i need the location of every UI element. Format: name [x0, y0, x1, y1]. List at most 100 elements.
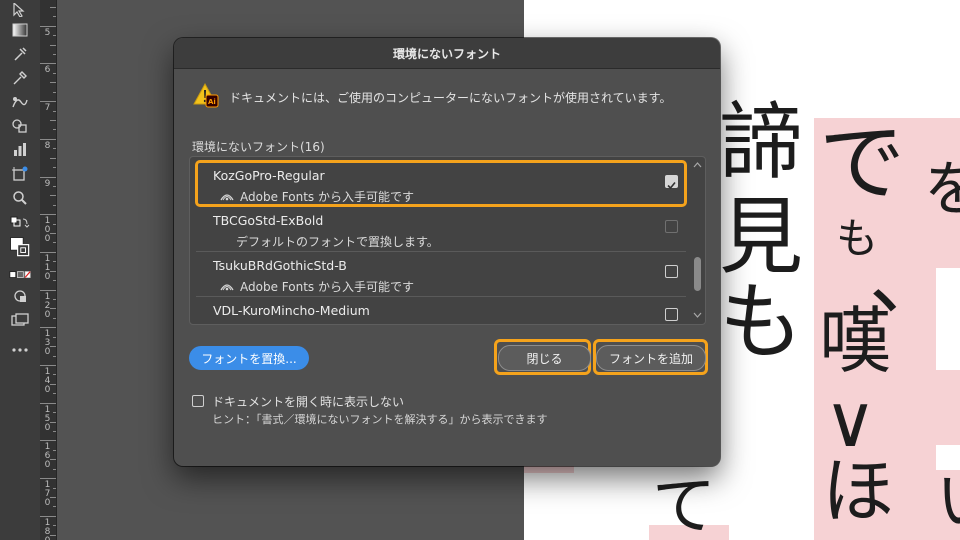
font-status: デフォルトのフォントで置換します。 [236, 233, 439, 250]
add-fonts-button[interactable]: フォントを追加 [596, 345, 706, 371]
ruler-minor-tick [53, 412, 56, 414]
ruler-major-tick [40, 214, 56, 216]
artwork-glyph: で [819, 113, 905, 213]
vertical-ruler: 456789100110120130140150160170180 [40, 0, 57, 540]
ruler-major-tick [40, 251, 56, 253]
screen-mode-icon[interactable] [9, 310, 31, 330]
font-status-text: Adobe Fonts から入手可能です [240, 280, 414, 294]
ruler-minor-tick [50, 157, 56, 159]
font-checkbox[interactable] [665, 308, 678, 321]
ruler-minor-tick [53, 16, 56, 18]
ruler-label: 7 [44, 103, 51, 114]
missing-fonts-dialog: 環境にないフォント Ai ドキュメントには、ご使用のコンピューターにないフォント… [174, 38, 720, 466]
artboard-tool-icon[interactable] [9, 164, 31, 184]
swap-colors-icon[interactable] [9, 213, 31, 233]
fill-stroke-icon[interactable] [9, 233, 31, 261]
missing-fonts-list[interactable]: KozGoPro-Regular Adobe Fonts から入手可能です TB… [189, 156, 706, 325]
font-row-vdl-kuromincho[interactable]: VDL-KuroMincho-Medium [196, 296, 686, 324]
dialog-title: 環境にないフォント [174, 38, 720, 69]
font-checkbox[interactable] [665, 265, 678, 278]
ruler-minor-tick [53, 336, 56, 338]
list-scrollbar[interactable] [693, 161, 702, 319]
font-status-text: Adobe Fonts から入手可能です [240, 190, 414, 204]
font-row-tsukubrd[interactable]: TsukuBRdGothicStd-B Adobe Fonts から入手可能です [196, 251, 686, 297]
ruler-label: 9 [44, 178, 51, 189]
mesh-tool-icon[interactable] [9, 44, 31, 64]
ruler-minor-tick [53, 317, 56, 319]
font-checkbox[interactable] [665, 220, 678, 233]
ruler-minor-tick [53, 204, 56, 206]
chevron-down-icon[interactable] [693, 311, 702, 319]
more-tools-icon[interactable] [9, 340, 31, 360]
font-name: VDL-KuroMincho-Medium [213, 303, 370, 318]
adobe-fonts-icon [220, 193, 234, 200]
artwork-glyph: て [652, 470, 716, 540]
ruler-major-tick [40, 289, 56, 291]
replace-fonts-button[interactable]: フォントを置換... [189, 346, 309, 370]
ruler-major-tick [40, 327, 56, 329]
tools-panel [0, 0, 41, 540]
ruler-label: 6 [44, 65, 51, 76]
ruler-label: 5 [44, 27, 51, 38]
chart-tool-icon[interactable] [9, 140, 31, 160]
gradient-tool-icon[interactable] [9, 20, 31, 40]
ruler-minor-tick [50, 119, 56, 121]
ruler-minor-tick [50, 6, 56, 8]
ruler-minor-tick [50, 195, 56, 197]
ruler-minor-tick [53, 449, 56, 451]
dont-show-label[interactable]: ドキュメントを開く時に表示しない [212, 393, 404, 410]
ruler-minor-tick [53, 374, 56, 376]
hint-text: ヒント：「書式／環境にないフォントを解決する」から表示できます [212, 413, 548, 426]
dont-show-checkbox[interactable] [192, 395, 204, 407]
artwork-glyph: も [719, 273, 804, 371]
ruler-minor-tick [50, 82, 56, 84]
ruler-minor-tick [53, 280, 56, 282]
ruler-minor-tick [53, 185, 56, 187]
font-row-kozgopro[interactable]: KozGoPro-Regular Adobe Fonts から入手可能です [195, 160, 687, 207]
shape-builder-icon[interactable] [9, 116, 31, 136]
alert-message: ドキュメントには、ご使用のコンピューターにないフォントが使用されています。 [229, 90, 672, 105]
alert-row: Ai ドキュメントには、ご使用のコンピューターにないフォントが使用されています。 [193, 82, 671, 112]
close-button[interactable]: 閉じる [498, 345, 591, 371]
artwork-glyph: を [924, 155, 960, 225]
ruler-minor-tick [53, 468, 56, 470]
ruler-minor-tick [53, 430, 56, 432]
scrollbar-thumb[interactable] [694, 257, 701, 291]
missing-fonts-count-label: 環境にないフォント(16) [192, 140, 325, 154]
ruler-major-tick [40, 25, 56, 27]
ruler-minor-tick [53, 355, 56, 357]
font-row-tbcgostd[interactable]: TBCGoStd-ExBold デフォルトのフォントで置換します。 [196, 206, 686, 252]
warning-icon: Ai [193, 82, 219, 112]
ruler-major-tick [40, 440, 56, 442]
ruler-label: 150 [44, 404, 51, 433]
blend-tool-icon[interactable] [9, 92, 31, 112]
ruler-minor-tick [53, 393, 56, 395]
font-status: Adobe Fonts から入手可能です [220, 188, 414, 205]
ruler-label: 100 [44, 216, 51, 245]
ruler-minor-tick [53, 148, 56, 150]
zoom-tool-icon[interactable] [9, 188, 31, 208]
direct-selection-tool-icon[interactable] [9, 0, 31, 20]
eyedropper-tool-icon[interactable] [9, 68, 31, 88]
font-status-text: デフォルトのフォントで置換します。 [236, 235, 439, 249]
artwork-glyph: 諦 [719, 93, 804, 191]
ruler-minor-tick [53, 299, 56, 301]
font-status: Adobe Fonts から入手可能です [220, 278, 414, 295]
ruler-label: 8 [44, 140, 51, 151]
ruler-minor-tick [50, 44, 56, 46]
artwork-glyph: 嘆 [819, 299, 892, 383]
font-checkbox[interactable] [665, 175, 678, 190]
ruler-label: 110 [44, 253, 51, 282]
color-mode-icon[interactable] [9, 265, 31, 285]
ruler-minor-tick [53, 487, 56, 489]
ruler-minor-tick [53, 261, 56, 263]
chevron-up-icon[interactable] [693, 161, 702, 169]
ruler-major-tick [40, 365, 56, 366]
artwork-glyph: 見 [719, 188, 804, 286]
ruler-label: 130 [44, 329, 51, 358]
ruler-minor-tick [53, 223, 56, 225]
draw-mode-icon[interactable] [9, 286, 31, 306]
font-name: TsukuBRdGothicStd-B [213, 258, 347, 273]
ruler-minor-tick [53, 35, 56, 37]
ruler-label: 120 [44, 291, 51, 320]
